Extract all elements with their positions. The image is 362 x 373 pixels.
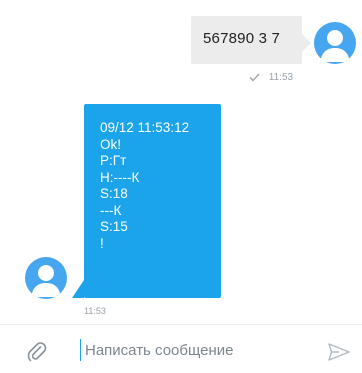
- incoming-message-time: 11:53: [84, 306, 106, 316]
- outgoing-message-time: 11:53: [268, 72, 294, 83]
- user-silhouette-icon: [31, 265, 61, 297]
- incoming-line: ---К: [100, 202, 122, 218]
- send-icon[interactable]: [327, 341, 351, 363]
- outgoing-message-bubble: 567890 3 7: [191, 16, 311, 64]
- message-list: 567890 3 7 11:53 09/12 11:53:12 Ok! P:Гт…: [0, 0, 362, 324]
- contact-avatar: [25, 257, 67, 299]
- incoming-line: 09/12 11:53:12: [100, 120, 190, 135]
- incoming-line: P:Гт: [100, 153, 127, 168]
- check-icon: [249, 73, 260, 85]
- own-avatar: [314, 22, 356, 64]
- message-input[interactable]: [80, 339, 315, 361]
- incoming-line: H:----К: [100, 169, 140, 185]
- paperclip-icon[interactable]: [26, 341, 48, 363]
- incoming-line: Ok!: [100, 136, 122, 152]
- incoming-message-text: 09/12 11:53:12 Ok! P:Гт H:----К S:18 ---…: [100, 120, 189, 252]
- incoming-line: !: [100, 235, 104, 251]
- incoming-message-bubble: 09/12 11:53:12 Ok! P:Гт H:----К S:18 ---…: [72, 104, 221, 298]
- message-composer: [0, 324, 362, 373]
- incoming-line: S:18: [100, 186, 128, 201]
- outgoing-message-status: 11:53: [249, 72, 293, 85]
- user-silhouette-icon: [320, 30, 350, 62]
- outgoing-message-text: 567890 3 7: [203, 30, 281, 47]
- incoming-line: S:15: [100, 219, 128, 234]
